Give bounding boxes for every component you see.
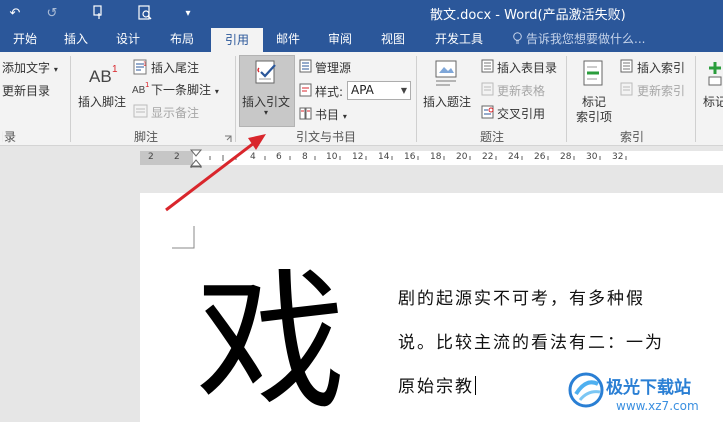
mark-entry-icon <box>581 59 607 92</box>
insert-endnote-icon: 1 <box>133 59 149 78</box>
tab-mailings[interactable]: 邮件 <box>264 26 312 52</box>
mark-citation-button[interactable]: 标记 <box>703 93 723 110</box>
cross-reference-icon <box>481 105 495 122</box>
body-text-line: 剧的起源实不可考，有多种假 <box>398 289 645 309</box>
insert-table-of-figures-button[interactable]: 插入表目录 <box>497 59 557 76</box>
tab-insert[interactable]: 插入 <box>52 26 100 52</box>
document-title: 散文.docx - Word(产品激活失败) <box>430 8 626 23</box>
tab-view[interactable]: 视图 <box>369 26 417 52</box>
tab-layout[interactable]: 布局 <box>158 26 206 52</box>
tab-design[interactable]: 设计 <box>104 26 152 52</box>
svg-text:AB: AB <box>89 67 112 86</box>
add-text-button[interactable]: 添加文字 ▾ <box>2 59 58 76</box>
style-dropdown[interactable]: APA ▼ <box>347 81 411 100</box>
group-separator <box>566 56 567 142</box>
annotation-arrow <box>165 134 266 212</box>
tab-developer[interactable]: 开发工具 <box>428 26 490 52</box>
chevron-down-icon: ▼ <box>400 86 407 95</box>
body-text-line: 说。比较主流的看法有二：一为 <box>398 333 664 353</box>
show-notes-icon <box>133 104 149 121</box>
customize-qat-icon[interactable]: ▾ <box>180 0 196 26</box>
next-footnote-icon: AB 1 <box>132 81 150 100</box>
insert-citation-icon <box>253 59 283 92</box>
body-text-line-with-cursor: 原始宗教 <box>398 376 476 397</box>
group-separator <box>70 56 71 142</box>
style-icon <box>299 83 313 100</box>
style-value: APA <box>351 83 374 97</box>
print-preview-icon[interactable] <box>134 0 156 26</box>
insert-index-button[interactable]: 插入索引 <box>637 59 685 76</box>
svg-text:1: 1 <box>143 61 147 68</box>
mark-citation-icon <box>707 59 723 92</box>
chevron-down-icon: ▾ <box>264 108 269 117</box>
index-group-label: 索引 <box>620 130 645 144</box>
watermark-url: www.xz7.com <box>616 399 699 413</box>
insert-caption-icon <box>433 59 461 92</box>
tab-home[interactable]: 开始 <box>0 26 50 52</box>
footnotes-group-label: 脚注 <box>134 130 159 144</box>
watermark-logo-icon <box>568 372 604 408</box>
captions-group-label: 题注 <box>480 130 505 144</box>
group-separator <box>416 56 417 142</box>
watermark-site-name: 极光下载站 <box>606 378 691 398</box>
text-cursor <box>475 376 476 395</box>
tell-me-text: 告诉我您想要做什么... <box>526 32 646 46</box>
bibliography-button[interactable]: 书目 ▾ <box>315 106 347 123</box>
update-index-button[interactable]: 更新索引 <box>637 82 685 99</box>
touch-mode-icon[interactable] <box>88 0 110 26</box>
svg-text:1: 1 <box>112 64 118 75</box>
bibliography-icon <box>299 106 313 123</box>
citations-group-label: 引文与书目 <box>296 130 357 144</box>
cross-reference-button[interactable]: 交叉引用 <box>497 105 545 122</box>
redo-icon[interactable]: ↺ <box>42 0 62 26</box>
insert-caption-button[interactable]: 插入题注 <box>423 93 471 110</box>
toc-group-label: 目录 <box>2 130 16 144</box>
svg-text:AB: AB <box>132 85 146 96</box>
insert-index-icon <box>620 59 634 76</box>
svg-text:1: 1 <box>145 81 149 89</box>
update-table-button[interactable]: 更新目录 <box>2 82 50 99</box>
drop-cap-character: 戏 <box>196 256 347 422</box>
ribbon-tab-bar: 开始 插入 设计 布局 引用 邮件 审阅 视图 开发工具 告诉我您想要做什么..… <box>0 26 723 52</box>
style-label: 样式: <box>315 85 344 99</box>
update-index-icon <box>620 82 634 99</box>
tab-review[interactable]: 审阅 <box>316 26 364 52</box>
insert-footnote-button[interactable]: 插入脚注 <box>78 93 126 110</box>
margin-corner-mark <box>172 226 195 249</box>
tab-references[interactable]: 引用 <box>211 28 263 52</box>
update-table-icon <box>481 82 495 99</box>
update-table-button[interactable]: 更新表格 <box>497 82 545 99</box>
group-separator <box>695 56 696 142</box>
manage-sources-button[interactable]: 管理源 <box>315 59 351 76</box>
insert-footnote-icon: AB 1 <box>88 62 120 91</box>
ruler-area: 2 2 4 6 8 10 12 14 16 18 20 22 24 26 28 … <box>0 146 723 168</box>
insert-table-of-figures-icon <box>481 59 495 76</box>
lightbulb-icon <box>512 26 523 52</box>
insert-endnote-button[interactable]: 插入尾注 <box>151 59 199 76</box>
manage-sources-icon <box>299 59 313 76</box>
title-bar: ↶ ↺ ▾ 散文.docx - Word(产品激活失败) <box>0 0 723 26</box>
ribbon: 添加文字 ▾ 更新目录 目录 AB1 插入脚注 1 插入尾注 AB1 下一条脚注… <box>0 52 723 146</box>
undo-icon[interactable]: ↶ <box>4 0 26 26</box>
mark-entry-line2[interactable]: 索引项 <box>576 108 612 125</box>
next-footnote-button[interactable]: 下一条脚注 ▾ <box>151 81 219 98</box>
tell-me-box[interactable]: 告诉我您想要做什么... <box>512 26 645 52</box>
